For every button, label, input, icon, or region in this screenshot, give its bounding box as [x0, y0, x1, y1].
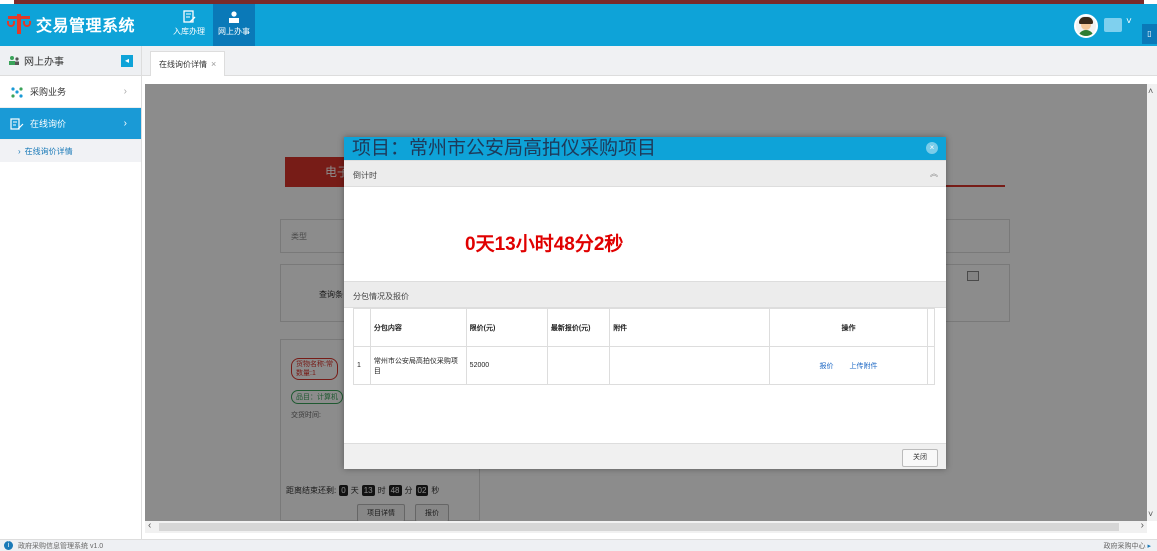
- sidebar-item-procurement[interactable]: 采购业务 ›: [0, 76, 141, 108]
- document-edit-icon: [10, 117, 24, 130]
- countdown-panel: 0天13小时48分2秒: [344, 187, 946, 277]
- users-icon: [9, 56, 19, 65]
- col-limit-header: 限价(元): [465, 308, 548, 347]
- table-row: 1 常州市公安局高拍仪采购项目 52000 报价 上传附件: [353, 346, 936, 385]
- package-table: 分包内容 限价(元) 最新报价(元) 附件 操作 1 常州市公安局高拍仪采购项目…: [353, 308, 936, 385]
- app-header: 交易管理系统 入库办理 网上办事 ˅ ▯: [0, 4, 1157, 46]
- horizontal-scrollbar[interactable]: ‹ ›: [145, 520, 1147, 533]
- row-spacer: [926, 346, 936, 385]
- sidebar: 网上办事 ◂ 采购业务 › 在线询价 › › 在线询价详情: [0, 46, 142, 539]
- chevron-right-icon: ›: [18, 146, 21, 156]
- side-panel-toggle-icon[interactable]: ▯: [1142, 24, 1157, 44]
- nav-online-office[interactable]: 网上办事: [213, 4, 255, 46]
- project-modal: 项目：常州市公安局高拍仪采购项目 × 倒计时 ︽ 0天13小时48分2秒 分包情…: [344, 137, 946, 469]
- col-spacer-header: [926, 308, 936, 347]
- status-version: 政府采购信息管理系统 v1.0: [18, 543, 104, 550]
- tab-label: 在线询价详情: [159, 59, 207, 69]
- tab-inquiry-detail[interactable]: 在线询价详情 ×: [150, 51, 226, 76]
- countdown-section-label: 倒计时: [353, 171, 377, 180]
- col-index-header: [353, 308, 371, 347]
- modal-title: 项目：常州市公安局高拍仪采购项目: [352, 138, 657, 159]
- col-content-header: 分包内容: [369, 308, 467, 347]
- status-right[interactable]: 政府采购中心 ▸: [1104, 541, 1151, 551]
- modal-footer: 关闭: [344, 443, 946, 469]
- chevron-down-icon[interactable]: ˅: [1126, 16, 1132, 27]
- nav-inbound-label: 入库办理: [173, 27, 205, 36]
- nav-inbound[interactable]: 入库办理: [168, 4, 210, 46]
- row-actions: 报价 上传附件: [769, 346, 928, 385]
- network-icon: [11, 86, 23, 98]
- row-limit-price: 52000: [465, 346, 548, 385]
- col-attachment-header: 附件: [609, 308, 770, 347]
- row-attachment: [609, 346, 770, 385]
- table-header-row: 分包内容 限价(元) 最新报价(元) 附件 操作: [353, 308, 936, 347]
- sidebar-item-online-inquiry[interactable]: 在线询价 ›: [0, 108, 141, 140]
- user-name-chip[interactable]: [1104, 18, 1122, 32]
- chevron-right-icon: ›: [123, 118, 127, 129]
- collapse-up-icon[interactable]: ︽: [930, 168, 938, 179]
- close-icon[interactable]: ×: [926, 142, 938, 154]
- col-actions-header: 操作: [769, 308, 928, 347]
- row-content: 常州市公安局高拍仪采购项目: [369, 346, 467, 385]
- user-avatar[interactable]: [1074, 14, 1098, 38]
- scroll-down-icon[interactable]: ˅: [1148, 509, 1153, 519]
- app-title: 交易管理系统: [36, 18, 136, 35]
- sidebar-header: 网上办事 ◂: [0, 46, 141, 76]
- package-section-label: 分包情况及报价: [353, 292, 409, 301]
- package-section-header: 分包情况及报价: [344, 281, 946, 308]
- scales-icon: [6, 12, 32, 36]
- scroll-right-icon[interactable]: ›: [1141, 520, 1144, 531]
- scroll-up-icon[interactable]: ˄: [1148, 86, 1153, 96]
- status-right-label: 政府采购中心: [1103, 543, 1146, 550]
- status-bar: i 政府采购信息管理系统 v1.0 政府采购中心 ▸: [0, 539, 1157, 551]
- close-button[interactable]: 关闭: [902, 449, 938, 467]
- scrollbar-thumb[interactable]: [159, 523, 1119, 531]
- close-icon[interactable]: ×: [211, 59, 216, 69]
- nav-online-office-label: 网上办事: [218, 27, 250, 36]
- vertical-scrollbar[interactable]: ˄ ˅: [1147, 84, 1157, 521]
- user-desk-icon: [229, 11, 239, 23]
- package-table-wrap: 分包内容 限价(元) 最新报价(元) 附件 操作 1 常州市公安局高拍仪采购项目…: [344, 308, 946, 400]
- upload-attachment-link[interactable]: 上传附件: [849, 363, 877, 370]
- row-latest-quote: [546, 346, 611, 385]
- modal-title-bar[interactable]: 项目：常州市公安局高拍仪采购项目 ×: [344, 137, 946, 160]
- info-icon: i: [4, 541, 13, 550]
- countdown-section-header[interactable]: 倒计时 ︽: [344, 160, 946, 187]
- sidebar-item-label: 在线询价: [30, 119, 67, 129]
- play-icon: ▸: [1147, 543, 1151, 550]
- row-index: 1: [353, 346, 371, 385]
- countdown-value: 0天13小时48分2秒: [465, 234, 624, 255]
- sidebar-title: 网上办事: [24, 57, 64, 68]
- chevron-right-icon: ›: [123, 86, 127, 97]
- document-edit-icon: [183, 10, 196, 23]
- app-logo: 交易管理系统: [6, 12, 135, 36]
- sidebar-subitem-label: 在线询价详情: [24, 146, 73, 156]
- quote-link[interactable]: 报价: [820, 363, 834, 370]
- sidebar-subitem-inquiry-detail[interactable]: › 在线询价详情: [0, 140, 141, 162]
- tab-bar: 在线询价详情 ×: [142, 46, 1157, 76]
- sidebar-collapse-icon[interactable]: ◂: [121, 55, 133, 67]
- scroll-left-icon[interactable]: ‹: [148, 520, 151, 531]
- sidebar-item-label: 采购业务: [30, 87, 67, 97]
- col-latest-header: 最新报价(元): [546, 308, 611, 347]
